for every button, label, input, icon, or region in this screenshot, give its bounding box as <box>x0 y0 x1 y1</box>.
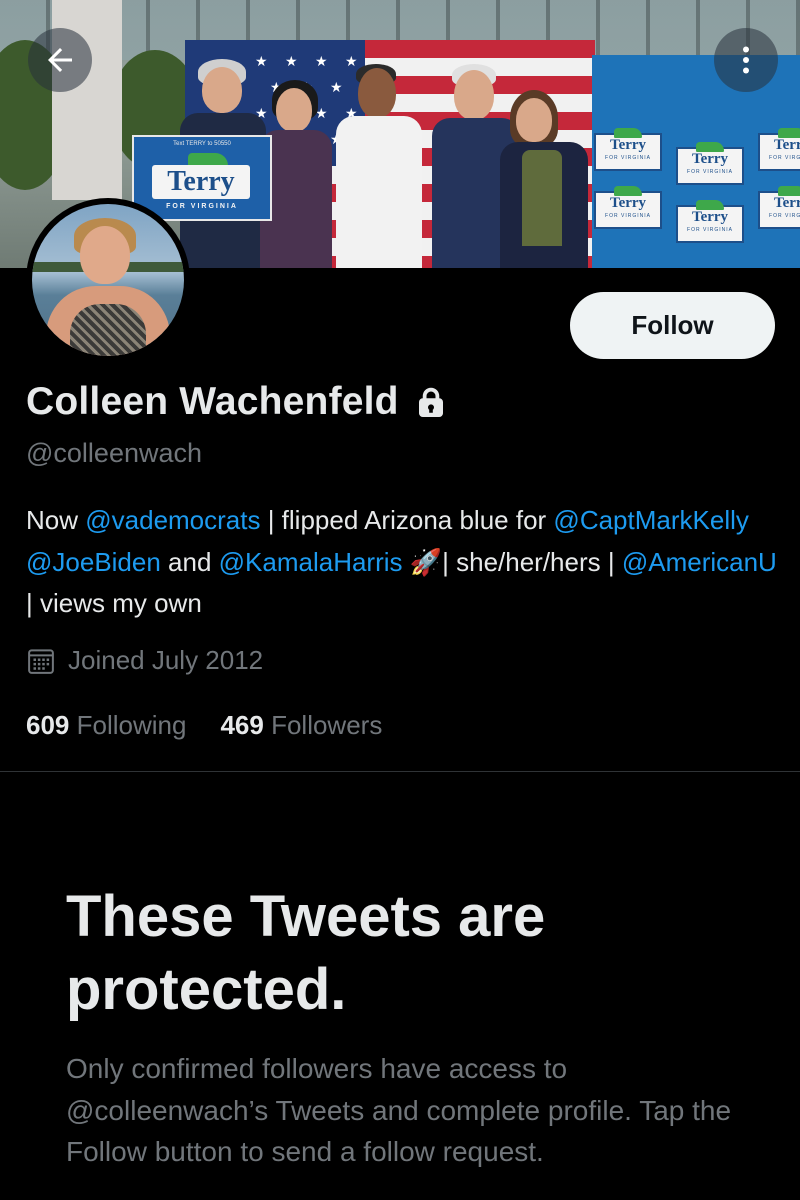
profile-name-row: Colleen Wachenfeld <box>26 380 449 424</box>
bio-text: and <box>160 546 219 577</box>
wall-sign: TerryFOR VIRGINIA <box>594 186 662 229</box>
avatar-photo <box>32 204 184 356</box>
bio-text: | views my own <box>26 588 202 618</box>
wall-sign: TerryFOR VIRGINIA <box>676 142 744 185</box>
arrow-left-icon <box>48 48 72 72</box>
followers-stat[interactable]: 469 Followers <box>220 710 382 741</box>
bio-mention-link[interactable]: @KamalaHarris <box>219 547 403 577</box>
back-button[interactable] <box>28 28 92 92</box>
bio-mention-link[interactable]: @JoeBiden <box>26 547 161 577</box>
bio-text: Now <box>26 505 86 535</box>
display-name: Colleen Wachenfeld <box>26 380 399 423</box>
profile-avatar[interactable] <box>26 198 190 362</box>
wall-sign: TerryFOR VIRGINIA <box>758 186 800 229</box>
follow-button[interactable]: Follow <box>570 292 775 359</box>
following-stat[interactable]: 609 Following <box>26 710 186 741</box>
lock-icon <box>418 387 443 417</box>
follow-stats: 609 Following 469 Followers <box>26 710 416 741</box>
following-label: Following <box>76 710 187 740</box>
joined-text: Joined July 2012 <box>68 645 264 675</box>
protected-description: Only confirmed followers have access to … <box>66 1053 732 1167</box>
calendar-icon <box>28 648 54 674</box>
bio-text: 🚀| she/her/hers | <box>402 546 622 577</box>
bio-mention-link[interactable]: @AmericanU <box>622 547 777 577</box>
wall-sign: TerryFOR VIRGINIA <box>676 200 744 243</box>
more-vertical-icon <box>743 46 749 74</box>
section-divider <box>0 771 800 772</box>
wall-sign: TerryFOR VIRGINIA <box>758 128 800 171</box>
wall-sign: TerryFOR VIRGINIA <box>594 128 662 171</box>
followers-count: 469 <box>220 710 264 740</box>
protected-title: These Tweets are protected. <box>66 884 546 1022</box>
podium-sign: Text TERRY to 50550 Terry FOR VIRGINIA <box>132 135 272 221</box>
profile-handle: @colleenwach <box>26 438 203 468</box>
bio-mention-link[interactable]: @CaptMarkKelly <box>553 505 748 535</box>
following-count: 609 <box>26 710 70 740</box>
bio-mention-link[interactable]: @vademocrats <box>85 505 260 535</box>
followers-label: Followers <box>271 710 383 740</box>
profile-bio: Now @vademocrats | flipped Arizona blue … <box>26 500 786 625</box>
joined-date: Joined July 2012 <box>26 645 263 676</box>
bio-text: | flipped Arizona blue for <box>260 505 554 535</box>
banner-campaign-wall: Terry FOR VIRGINIA Terry FOR VIRGINIA Terr… <box>592 55 800 268</box>
more-options-button[interactable] <box>714 28 778 92</box>
